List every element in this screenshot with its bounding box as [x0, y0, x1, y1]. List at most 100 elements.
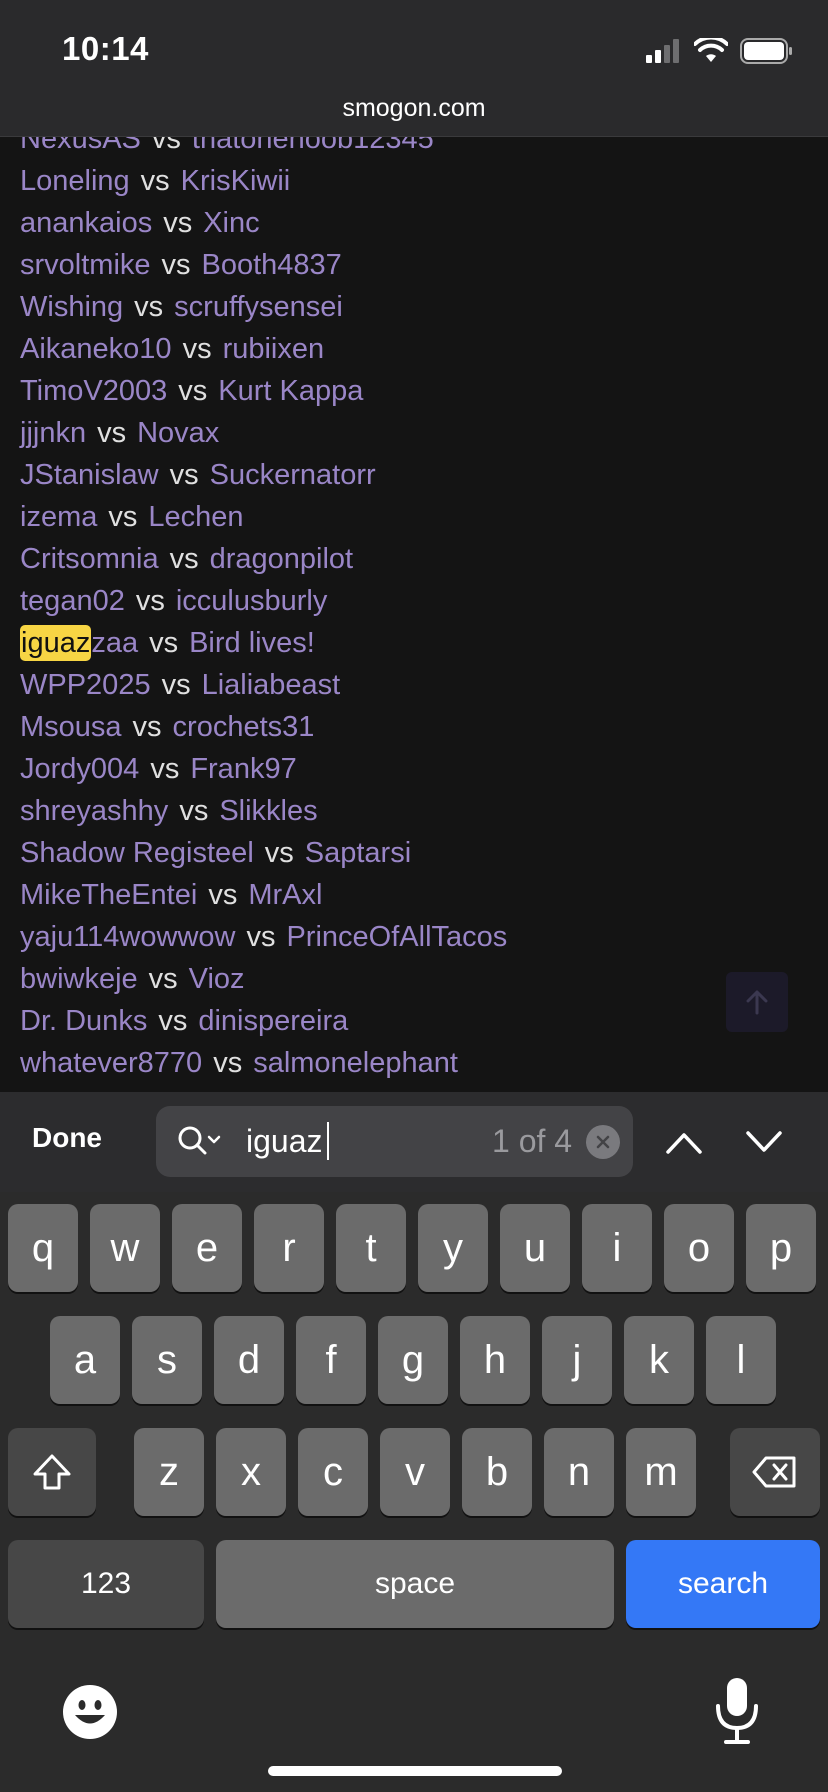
player-link[interactable]: yaju114wowwow	[20, 921, 235, 953]
scroll-to-top-button[interactable]	[726, 972, 788, 1032]
key-d[interactable]: d	[214, 1316, 284, 1404]
player-link[interactable]: Dr. Dunks	[20, 1005, 147, 1037]
key-j[interactable]: j	[542, 1316, 612, 1404]
player-link[interactable]: anankaios	[20, 207, 152, 239]
chevron-up-icon[interactable]	[660, 1120, 708, 1164]
key-h[interactable]: h	[460, 1316, 530, 1404]
player-link[interactable]: NexusAS	[20, 136, 141, 155]
player-link[interactable]: rubiixen	[223, 333, 325, 365]
microphone-icon[interactable]	[712, 1676, 762, 1746]
player-link[interactable]: bwiwkeje	[20, 963, 138, 995]
player-link[interactable]: iguazzaa	[20, 625, 138, 661]
numbers-key[interactable]: 123	[8, 1540, 204, 1628]
scroll-top-arrow-icon	[746, 990, 768, 1015]
key-a[interactable]: a	[50, 1316, 120, 1404]
key-i[interactable]: i	[582, 1204, 652, 1292]
delete-icon	[752, 1456, 796, 1488]
key-r[interactable]: r	[254, 1204, 324, 1292]
player-link[interactable]: Jordy004	[20, 753, 139, 785]
player-link[interactable]: crochets31	[173, 711, 315, 743]
player-link[interactable]: JStanislaw	[20, 459, 159, 491]
url-label[interactable]: smogon.com	[0, 94, 828, 123]
player-link[interactable]: Saptarsi	[305, 837, 411, 869]
key-k[interactable]: k	[624, 1316, 694, 1404]
delete-key[interactable]	[730, 1428, 820, 1516]
player-link[interactable]: Shadow Registeel	[20, 837, 254, 869]
player-link[interactable]: Bird lives!	[189, 627, 315, 659]
vs-label: vs	[169, 543, 199, 575]
key-m[interactable]: m	[626, 1428, 696, 1516]
player-link[interactable]: PrinceOfAllTacos	[286, 921, 507, 953]
player-link[interactable]: shreyashhy	[20, 795, 168, 827]
player-link[interactable]: tegan02	[20, 585, 125, 617]
emoji-icon[interactable]	[62, 1684, 118, 1740]
player-link[interactable]: Aikaneko10	[20, 333, 172, 365]
player-link[interactable]: Booth4837	[202, 249, 342, 281]
player-link[interactable]: Slikkles	[219, 795, 317, 827]
key-g[interactable]: g	[378, 1316, 448, 1404]
home-indicator[interactable]	[268, 1766, 562, 1776]
find-input[interactable]	[246, 1122, 466, 1160]
vs-label: vs	[182, 333, 212, 365]
player-link[interactable]: Suckernatorr	[210, 459, 376, 491]
key-u[interactable]: u	[500, 1204, 570, 1292]
player-link[interactable]: icculusburly	[176, 585, 328, 617]
matchup-row: yaju114wowwow vs PrinceOfAllTacos	[20, 916, 507, 958]
search-key[interactable]: search	[626, 1540, 820, 1628]
shift-key[interactable]	[8, 1428, 96, 1516]
player-link[interactable]: srvoltmike	[20, 249, 151, 281]
space-key[interactable]: space	[216, 1540, 614, 1628]
player-link[interactable]: scruffysensei	[174, 291, 343, 323]
key-p[interactable]: p	[746, 1204, 816, 1292]
player-link[interactable]: Wishing	[20, 291, 123, 323]
key-w[interactable]: w	[90, 1204, 160, 1292]
search-options-icon[interactable]	[176, 1124, 226, 1160]
key-e[interactable]: e	[172, 1204, 242, 1292]
player-link[interactable]: salmonelephant	[253, 1047, 458, 1079]
player-link[interactable]: thatonenoob12345	[192, 136, 434, 155]
player-link[interactable]: Xinc	[203, 207, 259, 239]
text-caret	[327, 1122, 329, 1160]
key-b[interactable]: b	[462, 1428, 532, 1516]
key-s[interactable]: s	[132, 1316, 202, 1404]
key-x[interactable]: x	[216, 1428, 286, 1516]
key-f[interactable]: f	[296, 1316, 366, 1404]
clear-button[interactable]	[586, 1125, 620, 1159]
player-link[interactable]: dragonpilot	[210, 543, 354, 575]
key-v[interactable]: v	[380, 1428, 450, 1516]
vs-label: vs	[108, 501, 138, 533]
vs-label: vs	[213, 1047, 243, 1079]
player-link[interactable]: whatever8770	[20, 1047, 202, 1079]
player-link[interactable]: MrAxl	[248, 879, 322, 911]
player-link[interactable]: izema	[20, 501, 97, 533]
key-q[interactable]: q	[8, 1204, 78, 1292]
key-l[interactable]: l	[706, 1316, 776, 1404]
player-link[interactable]: Novax	[137, 417, 219, 449]
player-link[interactable]: MikeTheEntei	[20, 879, 197, 911]
key-t[interactable]: t	[336, 1204, 406, 1292]
key-n[interactable]: n	[544, 1428, 614, 1516]
player-link[interactable]: TimoV2003	[20, 375, 167, 407]
player-link[interactable]: jjjnkn	[20, 417, 86, 449]
player-link[interactable]: Frank97	[190, 753, 296, 785]
player-link[interactable]: Critsomnia	[20, 543, 159, 575]
player-link[interactable]: Lialiabeast	[202, 669, 341, 701]
player-link[interactable]: WPP2025	[20, 669, 151, 701]
key-o[interactable]: o	[664, 1204, 734, 1292]
player-link[interactable]: Lechen	[148, 501, 243, 533]
player-link[interactable]: Loneling	[20, 165, 130, 197]
player-link[interactable]: Kurt Kappa	[218, 375, 363, 407]
player-link[interactable]: KrisKiwii	[181, 165, 291, 197]
key-c[interactable]: c	[298, 1428, 368, 1516]
vs-label: vs	[264, 837, 294, 869]
player-link[interactable]: dinispereira	[198, 1005, 348, 1037]
done-button[interactable]: Done	[32, 1122, 102, 1154]
matchup-row: anankaios vs Xinc	[20, 202, 260, 244]
player-link[interactable]: Vioz	[189, 963, 245, 995]
player-link[interactable]: Msousa	[20, 711, 122, 743]
chevron-down-icon[interactable]	[740, 1120, 788, 1164]
find-field[interactable]: 1 of 4	[156, 1106, 633, 1177]
key-z[interactable]: z	[134, 1428, 204, 1516]
key-y[interactable]: y	[418, 1204, 488, 1292]
keyboard: qwertyuiop asdfghjkl zxcvbnm 123 space sea…	[0, 1192, 828, 1792]
